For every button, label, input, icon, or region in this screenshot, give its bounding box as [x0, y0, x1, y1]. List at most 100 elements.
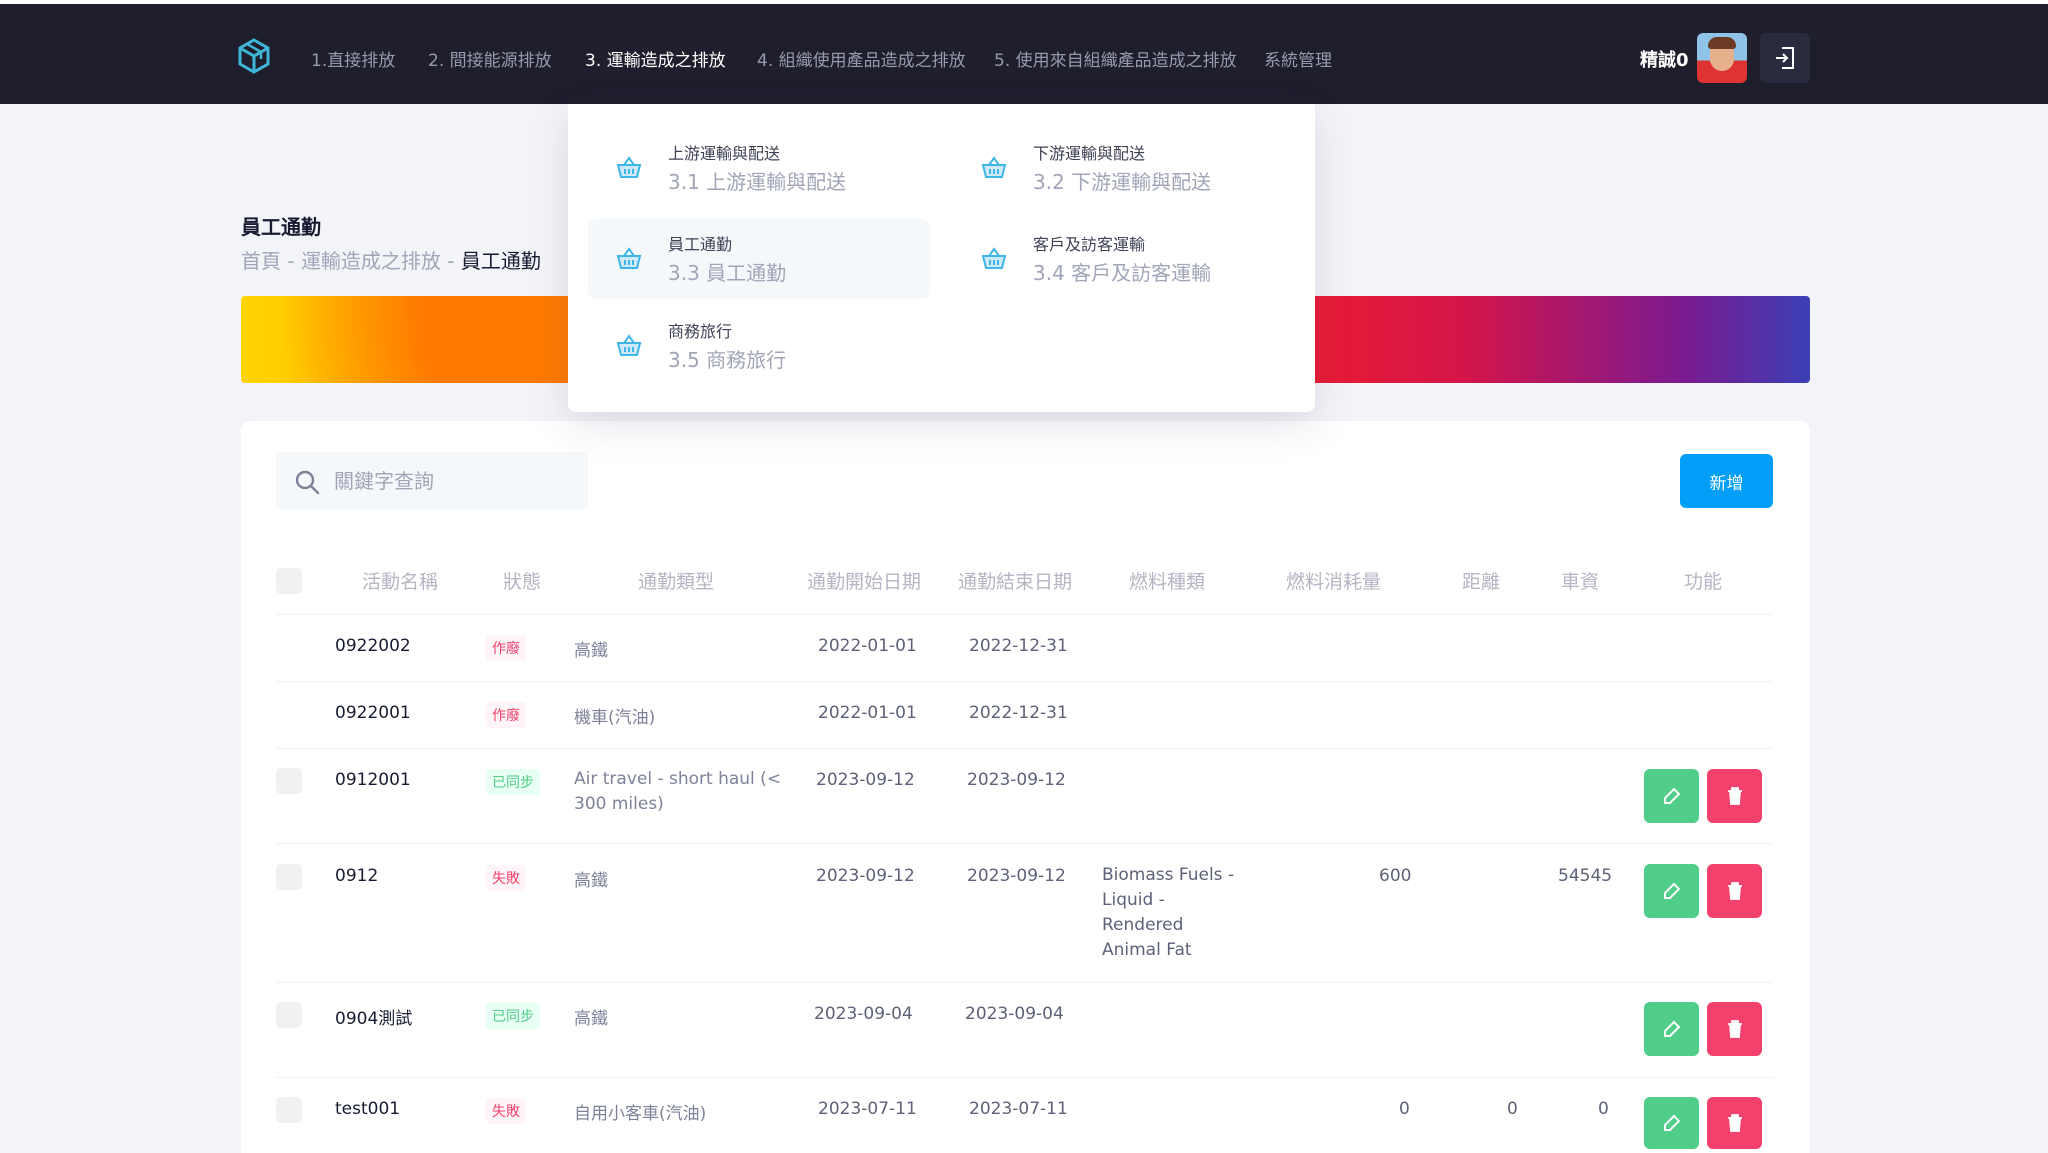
- fare: 0: [1598, 1099, 1609, 1119]
- column-header-fare: 車資: [1561, 571, 1600, 593]
- nav-item-products-used[interactable]: 4. 組織使用產品造成之排放: [757, 46, 966, 71]
- start-date: 2022-01-01: [818, 636, 917, 656]
- nav-item-system-admin[interactable]: 系統管理: [1264, 46, 1332, 71]
- column-header-status[interactable]: 狀態: [503, 567, 541, 594]
- basket-icon: [616, 247, 642, 269]
- distance: 0: [1507, 1099, 1518, 1119]
- row-checkbox[interactable]: [276, 768, 302, 794]
- search-input[interactable]: [276, 452, 588, 510]
- menu-item-title: 員工通勤: [668, 235, 733, 254]
- column-header-commute-type[interactable]: 通勤類型: [638, 567, 714, 594]
- row-checkbox[interactable]: [276, 1002, 302, 1028]
- menu-item-subtitle: 3.3 員工通勤: [668, 261, 787, 285]
- column-header-activity-name[interactable]: 活動名稱: [362, 567, 438, 594]
- status-badge: 已同步: [486, 769, 540, 795]
- activity-name: 0912001: [335, 770, 411, 790]
- row-divider: [276, 843, 1773, 844]
- column-header-fuel-type[interactable]: 燃料種類: [1129, 567, 1205, 594]
- status-badge: 失敗: [486, 1098, 526, 1124]
- end-date: 2023-09-12: [967, 866, 1066, 886]
- menu-item-downstream-transport[interactable]: 下游運輸與配送 3.2 下游運輸與配送: [953, 128, 1295, 208]
- header-divider: [276, 614, 1773, 615]
- menu-item-business-travel[interactable]: 商務旅行 3.5 商務旅行: [588, 306, 930, 386]
- logout-icon: [1776, 47, 1794, 69]
- status-badge: 作廢: [486, 635, 526, 661]
- trash-icon: [1727, 1020, 1742, 1038]
- activity-name: 0922001: [335, 703, 411, 723]
- menu-item-upstream-transport[interactable]: 上游運輸與配送 3.1 上游運輸與配送: [588, 128, 930, 208]
- delete-button[interactable]: [1707, 769, 1762, 823]
- activity-name: 0904測試: [335, 1009, 413, 1029]
- activity-name: 0912: [335, 866, 379, 886]
- menu-item-title: 下游運輸與配送: [1033, 144, 1146, 163]
- breadcrumb: 首頁 - 運輸造成之排放 - 員工通勤: [241, 245, 541, 274]
- basket-icon: [616, 334, 642, 356]
- avatar[interactable]: [1697, 33, 1747, 83]
- edit-icon: [1663, 1020, 1680, 1037]
- start-date: 2023-07-11: [818, 1099, 917, 1119]
- activity-name: 0922002: [335, 636, 411, 656]
- activity-name: test001: [335, 1099, 401, 1119]
- column-header-end-date[interactable]: 通勤結束日期: [958, 567, 1072, 594]
- start-date: 2023-09-12: [816, 770, 915, 790]
- edit-icon: [1663, 787, 1680, 804]
- select-all-checkbox[interactable]: [276, 568, 302, 594]
- delete-button[interactable]: [1707, 1097, 1762, 1149]
- row-divider: [276, 681, 1773, 682]
- breadcrumb-current: 員工通勤: [460, 249, 541, 273]
- logout-button[interactable]: [1760, 33, 1810, 83]
- commute-type: 高鐵: [574, 1009, 608, 1029]
- column-header-actions: 功能: [1684, 571, 1723, 593]
- row-divider: [276, 982, 1773, 983]
- edit-button[interactable]: [1644, 864, 1699, 918]
- breadcrumb-section[interactable]: 運輸造成之排放: [301, 249, 441, 273]
- row-checkbox[interactable]: [276, 1097, 302, 1123]
- menu-item-title: 商務旅行: [668, 322, 733, 341]
- nav-item-products-sold[interactable]: 5. 使用來自組織產品造成之排放: [994, 46, 1237, 71]
- delete-button[interactable]: [1707, 864, 1762, 918]
- menu-item-subtitle: 3.4 客戶及訪客運輸: [1033, 261, 1212, 285]
- add-button[interactable]: 新增: [1680, 454, 1773, 508]
- menu-item-customer-visitor-transport[interactable]: 客戶及訪客運輸 3.4 客戶及訪客運輸: [953, 219, 1295, 299]
- edit-button[interactable]: [1644, 769, 1699, 823]
- end-date: 2022-12-31: [969, 636, 1068, 656]
- basket-icon: [616, 156, 642, 178]
- status-badge: 已同步: [486, 1003, 540, 1029]
- breadcrumb-home[interactable]: 首頁: [241, 249, 281, 273]
- top-navbar: 1.直接排放 2. 間接能源排放 3. 運輸造成之排放 4. 組織使用產品造成之…: [0, 0, 2048, 104]
- nav-item-transport[interactable]: 3. 運輸造成之排放: [585, 46, 726, 71]
- commute-type: 自用小客車(汽油): [574, 1104, 707, 1124]
- user-name: 精誠0: [1640, 50, 1689, 71]
- column-header-start-date[interactable]: 通勤開始日期: [807, 567, 921, 594]
- search-icon: [295, 470, 320, 495]
- end-date: 2023-09-04: [965, 1004, 1064, 1024]
- edit-icon: [1663, 1114, 1680, 1131]
- transport-dropdown-menu: 上游運輸與配送 3.1 上游運輸與配送 下游運輸與配送 3.2 下游運輸與配送 …: [568, 104, 1315, 412]
- fuel-consumption: 600: [1379, 866, 1412, 886]
- row-divider: [276, 1077, 1773, 1078]
- trash-icon: [1727, 1114, 1742, 1132]
- fuel-consumption: 0: [1399, 1099, 1410, 1119]
- nav-item-direct-emission[interactable]: 1.直接排放: [311, 46, 395, 71]
- cube-logo-icon[interactable]: [238, 38, 270, 74]
- fuel-type: Biomass Fuels - Liquid - Rendered Animal…: [1102, 865, 1235, 960]
- nav-item-indirect-energy[interactable]: 2. 間接能源排放: [428, 46, 552, 71]
- edit-button[interactable]: [1644, 1002, 1699, 1056]
- commute-type: 機車(汽油): [574, 708, 656, 728]
- trash-icon: [1727, 787, 1742, 805]
- edit-button[interactable]: [1644, 1097, 1699, 1149]
- basket-icon: [981, 156, 1007, 178]
- menu-item-title: 上游運輸與配送: [668, 144, 781, 163]
- commute-type: Air travel - short haul (< 300 miles): [574, 769, 782, 814]
- column-header-distance[interactable]: 距離: [1462, 567, 1500, 594]
- menu-item-title: 客戶及訪客運輸: [1033, 235, 1146, 254]
- end-date: 2022-12-31: [969, 703, 1068, 723]
- menu-item-employee-commute[interactable]: 員工通勤 3.3 員工通勤: [588, 219, 930, 299]
- start-date: 2022-01-01: [818, 703, 917, 723]
- row-checkbox[interactable]: [276, 864, 302, 890]
- delete-button[interactable]: [1707, 1002, 1762, 1056]
- menu-item-subtitle: 3.2 下游運輸與配送: [1033, 170, 1212, 194]
- edit-icon: [1663, 882, 1680, 899]
- fare: 54545: [1558, 866, 1613, 886]
- column-header-fuel-consumption[interactable]: 燃料消耗量: [1286, 567, 1381, 594]
